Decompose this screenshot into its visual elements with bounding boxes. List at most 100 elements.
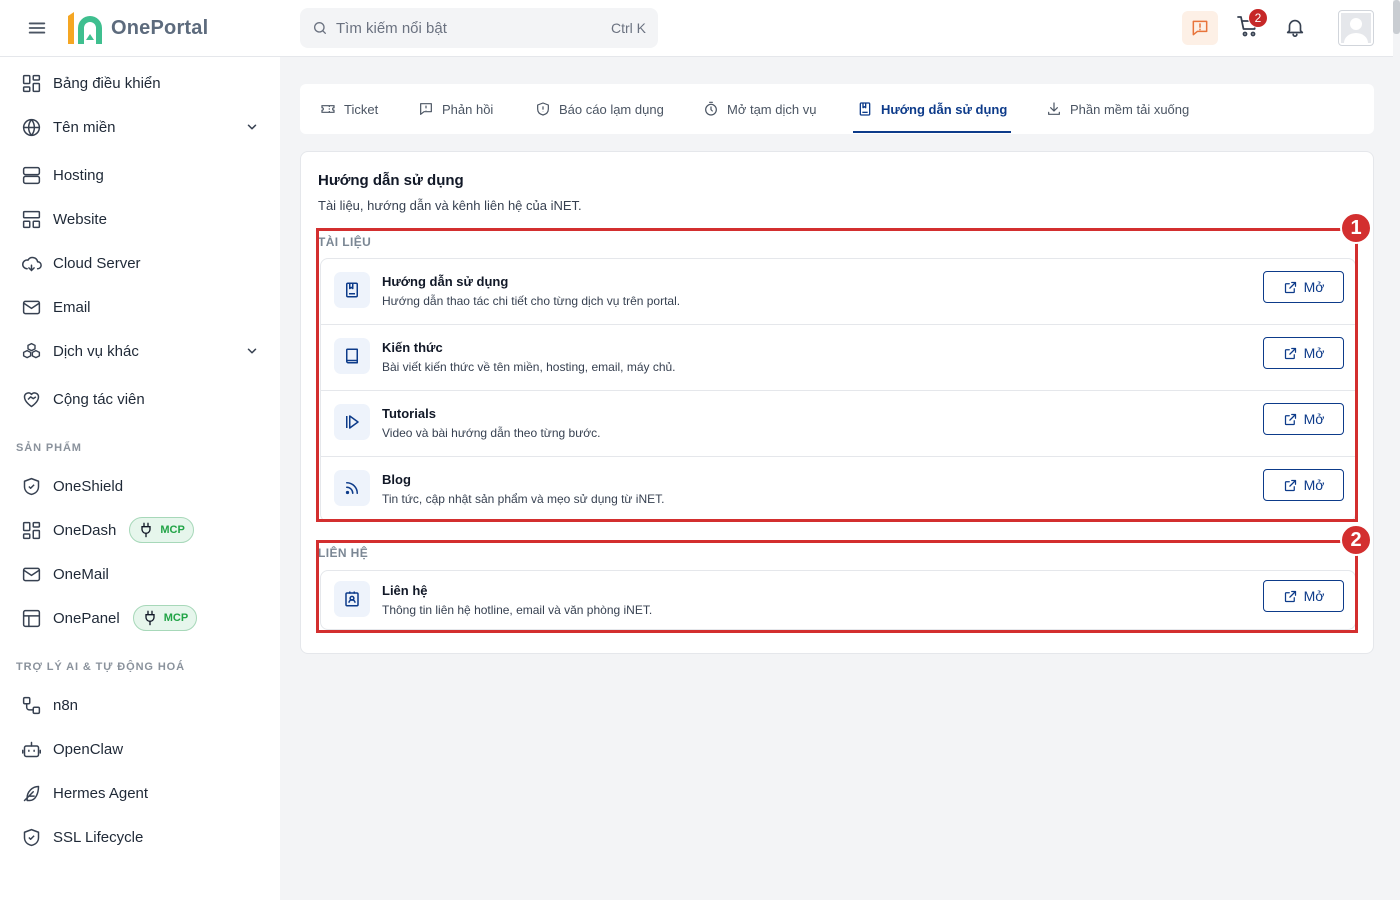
chevron-down-icon xyxy=(247,348,257,354)
feather-icon xyxy=(23,785,40,801)
sidebar-item-label: n8n xyxy=(53,696,79,714)
sidebar: Bảng điều khiển Tên miền Hosting Website… xyxy=(0,57,280,900)
heart-handshake-icon xyxy=(23,391,40,407)
scrollbar-thumb[interactable] xyxy=(1393,0,1400,34)
sidebar-item-dashboard[interactable]: Bảng điều khiển xyxy=(0,65,280,101)
bookmark-book-icon xyxy=(859,102,871,116)
feedback-button[interactable] xyxy=(1182,11,1218,45)
sidebar-item-label: SSL Lifecycle xyxy=(53,828,144,846)
sidebar-item-openclaw[interactable]: OpenClaw xyxy=(0,731,280,767)
sidebar-item-hermes-agent[interactable]: Hermes Agent xyxy=(0,775,280,811)
annotation-number-2: 2 xyxy=(1340,524,1372,556)
mail-icon xyxy=(22,567,41,581)
shield-alert-icon xyxy=(537,102,549,116)
tab-feedback[interactable]: Phản hồi xyxy=(418,84,493,134)
sidebar-item-label: Cloud Server xyxy=(53,254,141,272)
hamburger-menu-icon[interactable] xyxy=(26,17,48,39)
download-icon xyxy=(1048,102,1060,115)
top-header: OnePortal Ctrl K 2 xyxy=(0,0,1400,57)
shield-check-icon xyxy=(23,828,40,846)
website-layout-icon xyxy=(22,210,41,228)
mcp-badge-label: MCP xyxy=(160,524,185,536)
section-title-products: SẢN PHẨM xyxy=(16,442,82,454)
tab-label: Ticket xyxy=(344,101,379,117)
cart-count-badge: 2 xyxy=(1248,8,1268,28)
sidebar-item-label: Cộng tác viên xyxy=(53,390,145,408)
tab-user-guide[interactable]: Hướng dẫn sử dụng xyxy=(857,84,1007,134)
plug-icon xyxy=(145,610,155,626)
bell-icon xyxy=(1286,19,1304,37)
server-icon xyxy=(22,166,41,184)
user-avatar-icon xyxy=(1341,13,1371,43)
tab-temporary-unlock[interactable]: Mở tạm dịch vụ xyxy=(703,84,816,134)
chevron-down-icon xyxy=(247,124,257,130)
feedback-icon xyxy=(1192,20,1208,36)
search-bar[interactable]: Ctrl K xyxy=(300,8,658,48)
sidebar-item-onedash[interactable]: OneDash MCP xyxy=(0,512,280,548)
user-avatar[interactable] xyxy=(1338,10,1374,46)
active-tab-indicator xyxy=(853,131,1011,133)
tab-label: Báo cáo lạm dụng xyxy=(559,101,664,117)
sidebar-item-label: Email xyxy=(53,298,91,316)
sidebar-item-hosting[interactable]: Hosting xyxy=(0,157,280,193)
sidebar-item-domain[interactable]: Tên miền xyxy=(0,109,280,145)
section-title-ai: TRỢ LÝ AI & TỰ ĐỘNG HOÁ xyxy=(16,661,185,673)
tab-software-download[interactable]: Phần mềm tải xuống xyxy=(1046,84,1189,134)
sidebar-item-website[interactable]: Website xyxy=(0,201,280,237)
shield-check-icon xyxy=(23,477,40,495)
sidebar-item-onepanel[interactable]: OnePanel MCP xyxy=(0,600,280,636)
mail-icon xyxy=(22,300,41,314)
mcp-badge: MCP xyxy=(129,517,194,543)
plug-icon xyxy=(141,522,152,538)
annotation-box-2 xyxy=(316,540,1358,633)
feedback-icon xyxy=(420,103,432,115)
workflow-icon xyxy=(22,696,41,714)
tab-label: Phản hồi xyxy=(442,101,494,117)
boxes-icon xyxy=(22,342,41,358)
sidebar-item-onemail[interactable]: OneMail xyxy=(0,556,280,592)
annotation-box-1 xyxy=(316,228,1358,522)
sidebar-item-email[interactable]: Email xyxy=(0,289,280,325)
ticket-icon xyxy=(321,105,335,113)
sidebar-item-affiliate[interactable]: Cộng tác viên xyxy=(0,381,280,417)
card-title: Hướng dẫn sử dụng xyxy=(318,172,464,189)
tab-label: Hướng dẫn sử dụng xyxy=(881,101,1008,117)
sidebar-item-n8n[interactable]: n8n xyxy=(0,687,280,723)
tab-label: Mở tạm dịch vụ xyxy=(727,101,817,117)
sidebar-item-label: OnePanel xyxy=(53,609,120,627)
oneportal-logo-icon xyxy=(68,12,102,44)
dashboard-icon xyxy=(22,74,41,92)
sidebar-item-label: Bảng điều khiển xyxy=(53,74,161,92)
notification-button[interactable] xyxy=(1284,16,1308,40)
sidebar-item-label: OpenClaw xyxy=(53,740,124,758)
search-icon xyxy=(314,22,326,34)
timer-icon xyxy=(705,101,717,116)
sidebar-item-cloud-server[interactable]: Cloud Server xyxy=(0,245,280,281)
sidebar-item-oneshield[interactable]: OneShield xyxy=(0,468,280,504)
tab-ticket[interactable]: Ticket xyxy=(320,84,378,134)
tab-bar: Ticket Phản hồi Báo cáo lạm dụng Mở tạm … xyxy=(300,84,1374,134)
tab-label: Phần mềm tải xuống xyxy=(1070,101,1190,117)
sidebar-item-label: Website xyxy=(53,210,107,228)
sidebar-item-label: Tên miền xyxy=(53,118,116,136)
sidebar-item-label: OneDash xyxy=(53,521,117,539)
tab-abuse-report[interactable]: Báo cáo lạm dụng xyxy=(535,84,664,134)
cloud-icon xyxy=(22,256,42,272)
sidebar-item-other-services[interactable]: Dịch vụ khác xyxy=(0,333,280,369)
panel-layout-icon xyxy=(22,609,41,627)
sidebar-item-ssl-lifecycle[interactable]: SSL Lifecycle xyxy=(0,819,280,855)
sidebar-item-label: OneShield xyxy=(53,477,124,495)
globe-icon xyxy=(22,118,41,136)
annotation-number-1: 1 xyxy=(1340,212,1372,244)
sidebar-item-label: Hosting xyxy=(53,166,104,184)
sidebar-item-label: OneMail xyxy=(53,565,109,583)
dashboard-icon xyxy=(22,521,41,539)
sidebar-item-label: Hermes Agent xyxy=(53,784,149,802)
card-subtitle: Tài liệu, hướng dẫn và kênh liên hệ của … xyxy=(318,198,582,213)
mcp-badge-label: MCP xyxy=(163,612,189,624)
scrollbar-track[interactable] xyxy=(1393,0,1400,900)
logo[interactable]: OnePortal xyxy=(64,10,208,46)
sidebar-item-label: Dịch vụ khác xyxy=(53,342,139,360)
search-input[interactable] xyxy=(336,19,611,37)
mcp-badge: MCP xyxy=(132,605,198,631)
